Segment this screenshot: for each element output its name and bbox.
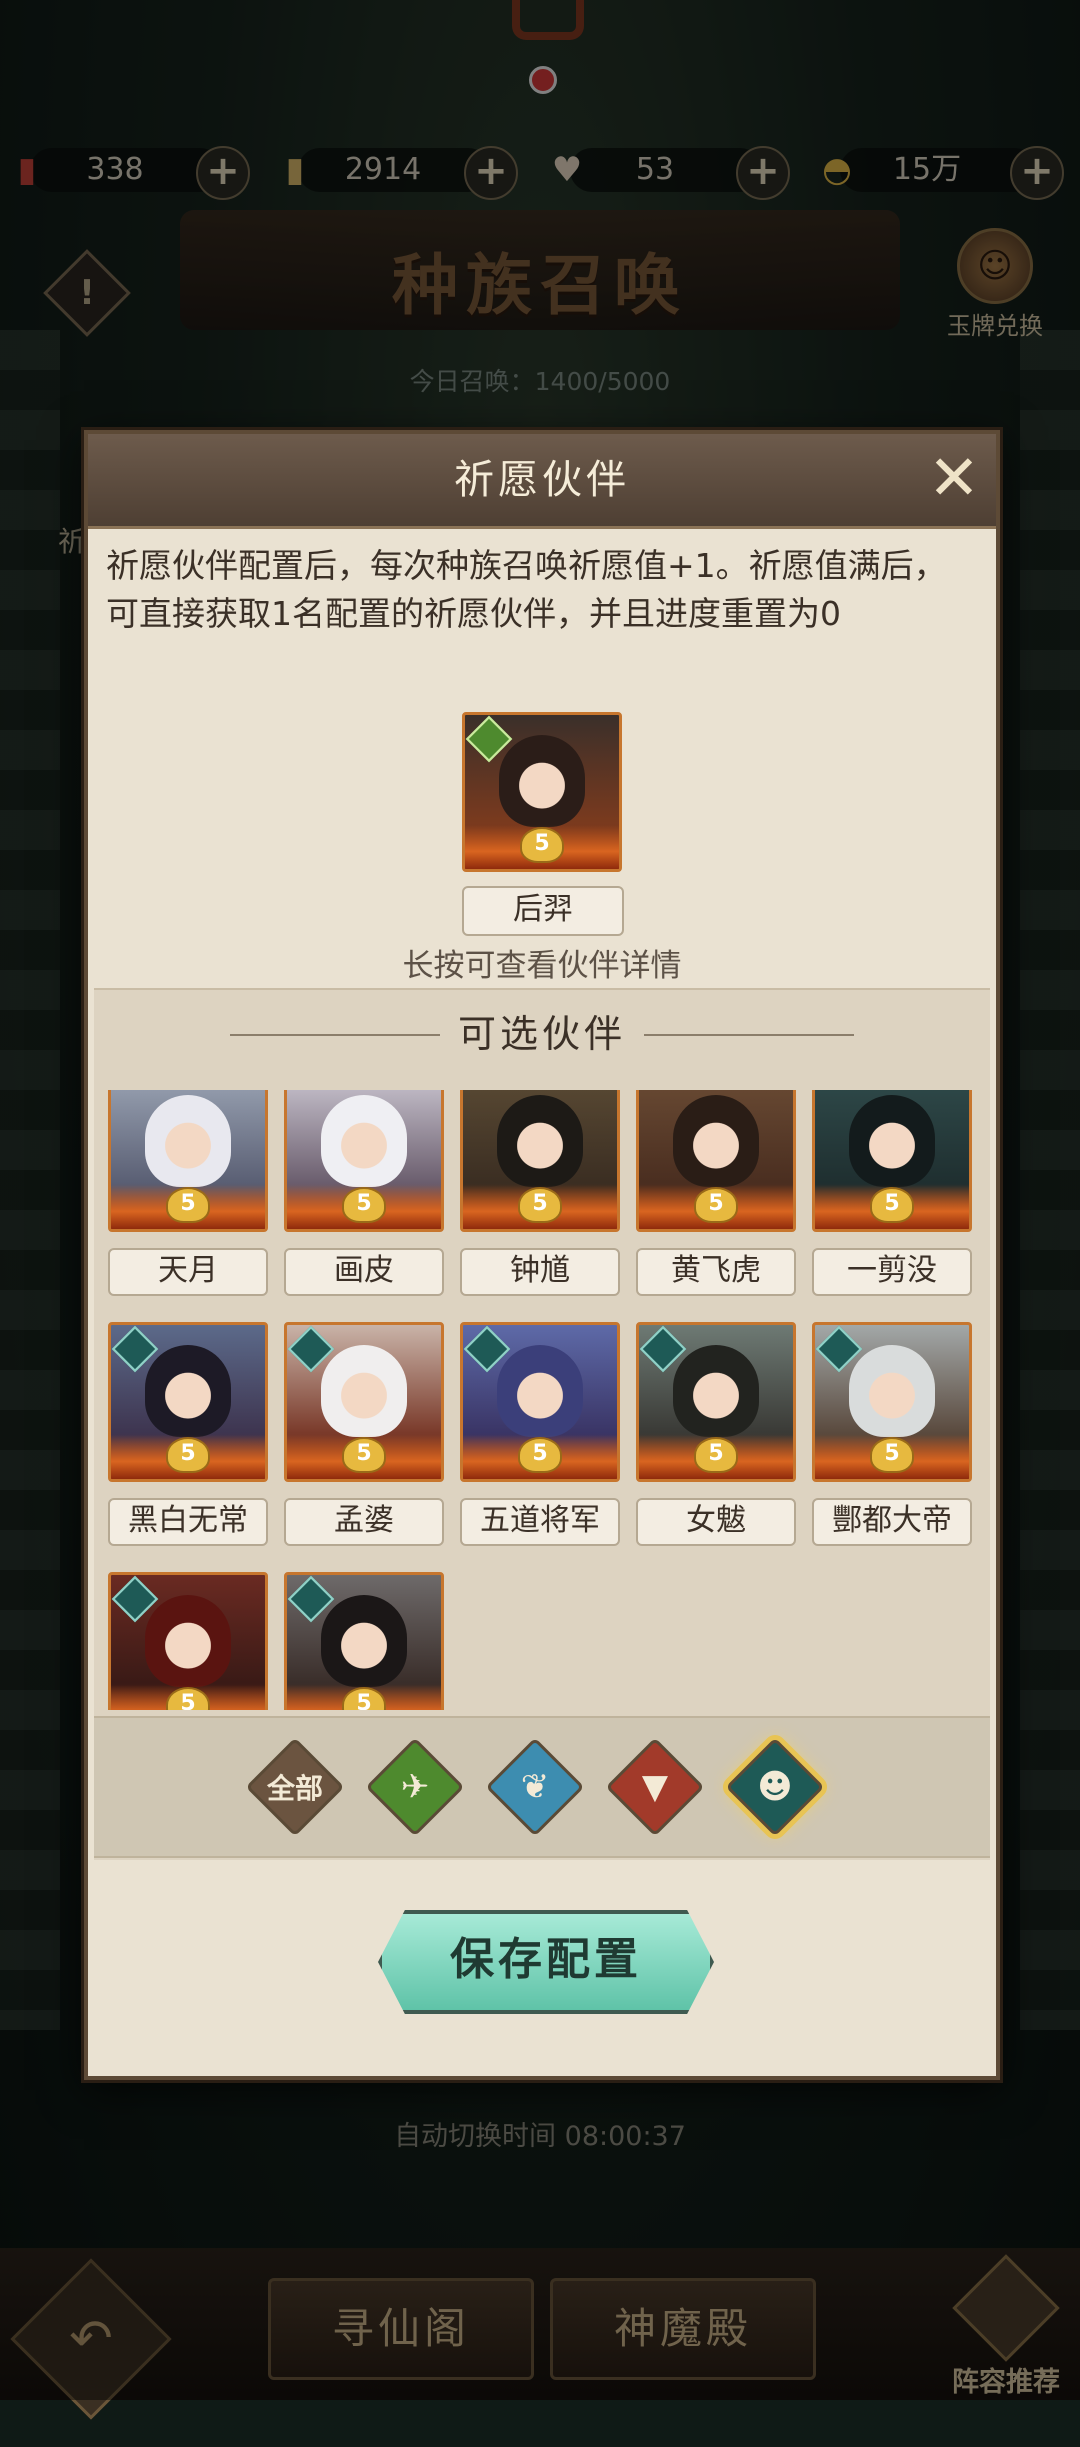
partner-name: 天月 [108, 1248, 268, 1296]
selectable-partners-panel: 可选伙伴 5 天月 5 画皮 5 钟馗 5 黄飞虎 5 一剪没 5 黑白无常 5… [94, 988, 990, 1860]
partner-card[interactable]: 5 孟婆 [284, 1322, 444, 1546]
save-config-button[interactable]: 保存配置 [378, 1910, 714, 2014]
partner-grid[interactable]: 5 天月 5 画皮 5 钟馗 5 黄飞虎 5 一剪没 5 黑白无常 5 孟婆 5… [94, 1090, 990, 1710]
partner-name: 孟婆 [284, 1498, 444, 1546]
dialog-description: 祈愿伙伴配置后，每次种族召唤祈愿值+1。祈愿值满后，可直接获取1名配置的祈愿伙伴… [106, 546, 947, 633]
partner-name: 画皮 [284, 1248, 444, 1296]
partner-card[interactable]: 5 [284, 1572, 444, 1710]
partner-name: 女魃 [636, 1498, 796, 1546]
partner-name: 黄飞虎 [636, 1248, 796, 1296]
partner-name: 一剪没 [812, 1248, 972, 1296]
fox-icon: ▼ [641, 1767, 669, 1807]
dialog-title: 祈愿伙伴 [454, 457, 630, 503]
partner-name: 五道将军 [460, 1498, 620, 1546]
selected-partner-name: 后羿 [462, 886, 624, 936]
partner-card[interactable]: 5 黄飞虎 [636, 1090, 796, 1296]
partner-card[interactable]: 5 [108, 1572, 268, 1710]
wish-partner-dialog: 祈愿伙伴 ✕ 祈愿伙伴配置后，每次种族召唤祈愿值+1。祈愿值满后，可直接获取1名… [84, 430, 1000, 2080]
filter-crane-race-button[interactable]: ❦ [485, 1737, 585, 1837]
partner-name: 酆都大帝 [812, 1498, 972, 1546]
partner-name: 钟馗 [460, 1248, 620, 1296]
filter-ghost-race-button[interactable]: ☻ [725, 1737, 825, 1837]
race-filter-bar: 全部 ✈ ❦ ▼ ☻ [94, 1716, 990, 1858]
partner-card[interactable]: 5 天月 [108, 1090, 268, 1296]
filter-bird-race-button[interactable]: ✈ [365, 1737, 465, 1837]
selected-partner-card[interactable]: 5 [462, 712, 622, 872]
section-title: 可选伙伴 [94, 1004, 990, 1064]
filter-all-button[interactable]: 全部 [245, 1737, 345, 1837]
ghost-icon: ☻ [757, 1767, 793, 1807]
partner-card[interactable]: 5 画皮 [284, 1090, 444, 1296]
partner-card[interactable]: 5 酆都大帝 [812, 1322, 972, 1546]
partner-card[interactable]: 5 黑白无常 [108, 1322, 268, 1546]
long-press-hint: 长按可查看伙伴详情 [402, 948, 682, 984]
partner-card[interactable]: 5 钟馗 [460, 1090, 620, 1296]
star-rank-badge: 5 [520, 827, 564, 863]
close-icon[interactable]: ✕ [926, 447, 982, 509]
partner-card[interactable]: 5 五道将军 [460, 1322, 620, 1546]
partner-portrait [499, 735, 585, 827]
partner-card[interactable]: 5 一剪没 [812, 1090, 972, 1296]
partner-name: 黑白无常 [108, 1498, 268, 1546]
filter-fox-race-button[interactable]: ▼ [605, 1737, 705, 1837]
bird-icon: ✈ [400, 1767, 430, 1807]
partner-card[interactable]: 5 女魃 [636, 1322, 796, 1546]
crane-icon: ❦ [520, 1767, 550, 1807]
